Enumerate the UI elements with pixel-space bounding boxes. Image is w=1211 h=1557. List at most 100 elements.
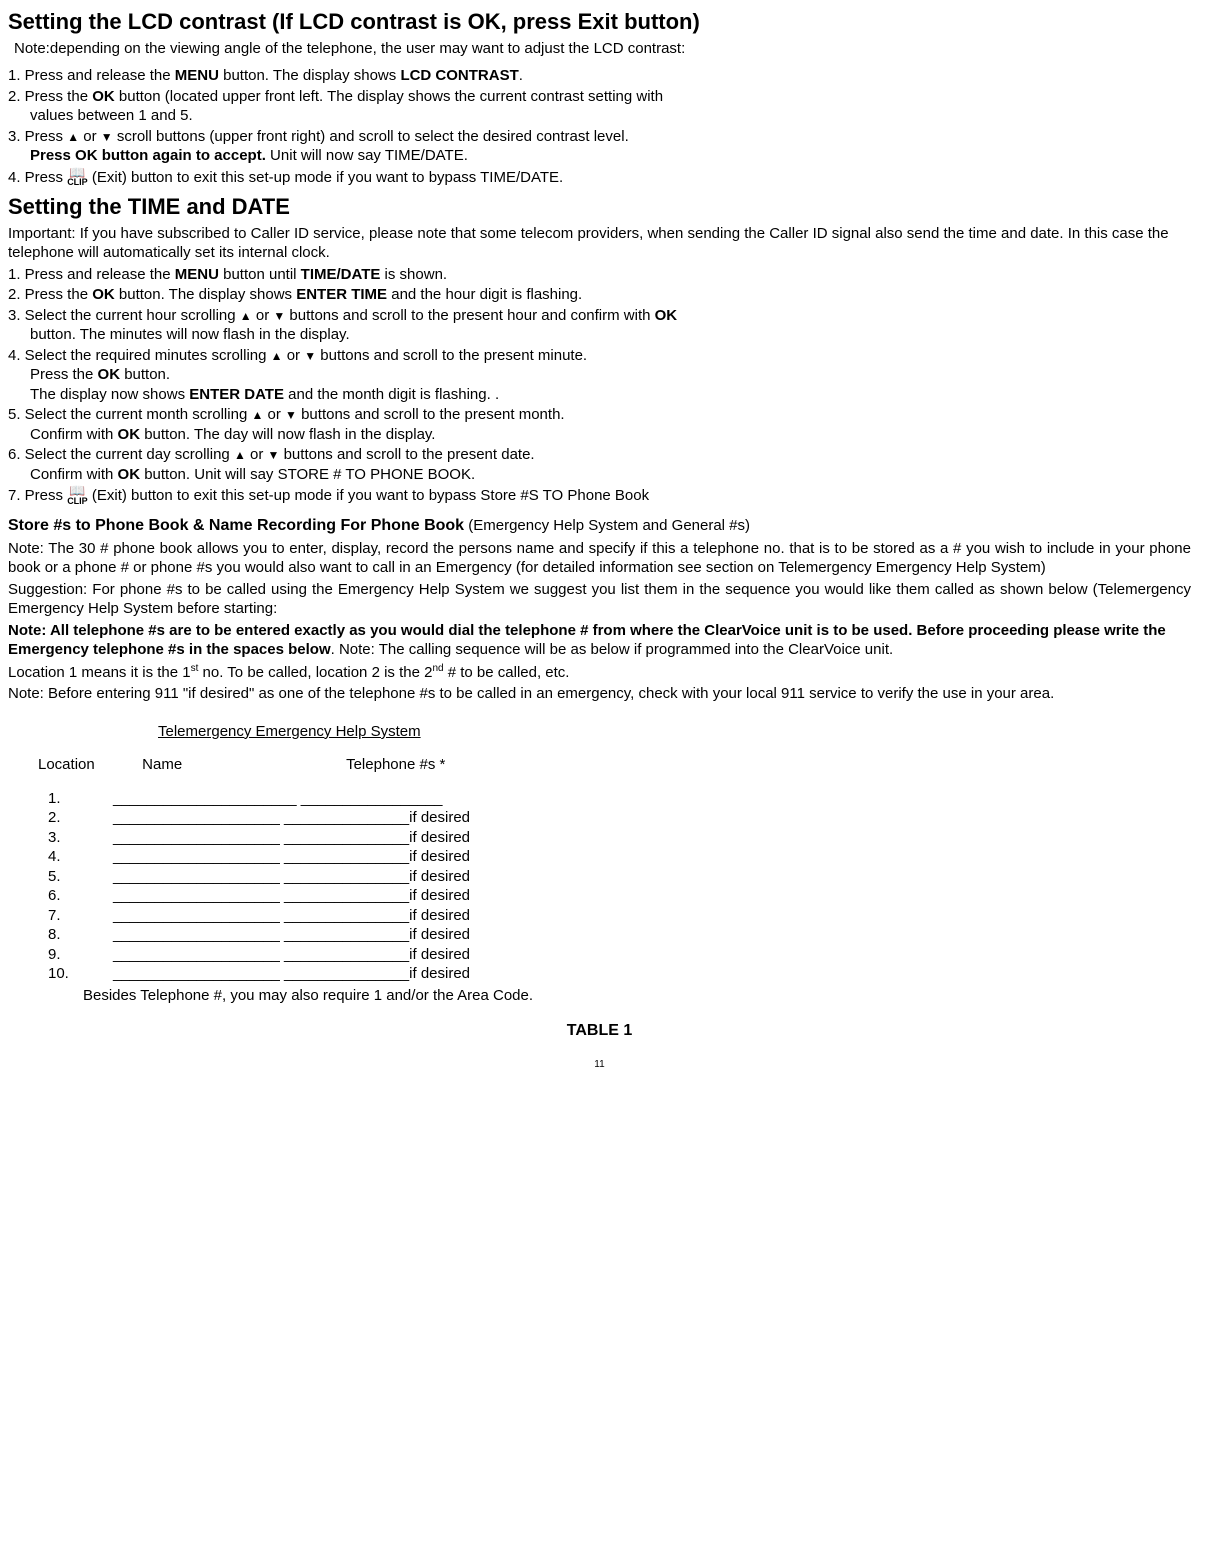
column-header: Location — [38, 755, 138, 775]
triangle-down-icon: ▼ — [268, 448, 280, 462]
text-fragment: The display now shows — [30, 386, 189, 403]
table-header: Location Name Telephone #s * — [38, 755, 1191, 775]
row-content: ____________________ _______________if d… — [113, 809, 470, 826]
text-fragment: button. The minutes will now flash in th… — [30, 325, 1191, 345]
text-fragment: Press the OK button. — [30, 365, 1191, 385]
text-fragment: 4. Select the required minutes scrolling — [8, 347, 271, 364]
triangle-up-icon: ▲ — [67, 130, 79, 144]
text-fragment: (Exit) button to exit this set-up mode i… — [88, 169, 563, 186]
text-bold: Store #s to Phone Book & Name Recording … — [8, 517, 424, 534]
text-fragment: or — [246, 446, 268, 463]
text-fragment: button. Unit will say STORE # TO PHONE B… — [140, 466, 475, 483]
text-fragment: Press the — [30, 366, 98, 383]
text-fragment: button. — [120, 366, 170, 383]
list-item: 4. Select the required minutes scrolling… — [8, 346, 1191, 405]
text-fragment: 5. Select the current month scrolling — [8, 406, 251, 423]
row-content: ______________________ _________________ — [113, 790, 443, 807]
text-fragment: Unit will now say TIME/DATE. — [266, 147, 468, 164]
text-fragment: or — [79, 128, 101, 145]
text-fragment: buttons and scroll to the present date. — [279, 446, 534, 463]
text-bold: OK — [118, 466, 141, 483]
paragraph-text: Note: The 30 # phone book allows you to … — [8, 539, 1191, 578]
row-content: ____________________ _______________if d… — [113, 946, 470, 963]
text-fragment: # to be called, etc. — [444, 664, 570, 681]
text-fragment: Location 1 means it is the 1 — [8, 664, 191, 681]
row-number: 2. — [48, 808, 113, 828]
paragraph-text: Note: Before entering 911 "if desired" a… — [8, 684, 1191, 704]
text-bold: MENU — [175, 266, 219, 283]
text-bold: TIME/DATE — [301, 266, 381, 283]
triangle-up-icon: ▲ — [234, 448, 246, 462]
text-bold: Book — [424, 517, 464, 534]
clip-label: CLIP — [67, 497, 88, 506]
text-fragment: Confirm with — [30, 466, 118, 483]
text-fragment: button. The display shows — [115, 286, 297, 303]
table-row: 4.____________________ _______________if… — [48, 847, 1191, 867]
text-fragment: and the hour digit is flashing. — [387, 286, 582, 303]
text-fragment: 7. Press — [8, 488, 67, 505]
text-fragment: or — [263, 406, 285, 423]
table-row: 6.____________________ _______________if… — [48, 886, 1191, 906]
text-bold: MENU — [175, 67, 219, 84]
text-fragment: The display now shows ENTER DATE and the… — [30, 385, 1191, 405]
section-heading: Setting the LCD contrast (If LCD contras… — [8, 8, 1191, 37]
text-bold: LCD CONTRAST — [400, 67, 518, 84]
row-number: 1. — [48, 789, 113, 809]
row-content: ____________________ _______________if d… — [113, 926, 470, 943]
superscript: nd — [432, 663, 443, 674]
page-number: 11 — [8, 1058, 1191, 1071]
paragraph-text: Note: All telephone #s are to be entered… — [8, 621, 1191, 660]
text-fragment: 3. Select the current hour scrolling — [8, 307, 240, 324]
column-header: Name — [142, 755, 342, 775]
text-fragment: Confirm with — [30, 426, 118, 443]
text-fragment: Confirm with OK button. Unit will say ST… — [30, 465, 1191, 485]
row-number: 7. — [48, 906, 113, 926]
list-item: 7. Press 📖CLIP (Exit) button to exit thi… — [8, 485, 1191, 506]
text-fragment: or — [252, 307, 274, 324]
text-fragment: 2. Press the — [8, 88, 92, 105]
table-row: 8.____________________ _______________if… — [48, 925, 1191, 945]
triangle-up-icon: ▲ — [251, 408, 263, 422]
text-fragment: no. To be called, location 2 is the 2 — [198, 664, 432, 681]
triangle-down-icon: ▼ — [304, 349, 316, 363]
text-bold: OK — [92, 286, 115, 303]
paragraph-text: Important: If you have subscribed to Cal… — [8, 224, 1191, 263]
text-fragment: (Emergency Help System and General #s) — [464, 517, 750, 534]
column-header: Telephone #s * — [346, 756, 445, 773]
text-bold: ENTER TIME — [296, 286, 387, 303]
triangle-up-icon: ▲ — [271, 349, 283, 363]
table-title: Telemergency Emergency Help System — [158, 722, 421, 742]
text-bold: OK — [655, 307, 678, 324]
row-content: ____________________ _______________if d… — [113, 848, 470, 865]
clip-label: CLIP — [67, 178, 88, 187]
text-bold: OK — [118, 426, 141, 443]
text-fragment: 6. Select the current day scrolling — [8, 446, 234, 463]
text-fragment: button. The day will now flash in the di… — [140, 426, 435, 443]
text-fragment: 4. Press — [8, 169, 67, 186]
table-body: 1.______________________ _______________… — [48, 789, 1191, 984]
table-row: 9.____________________ _______________if… — [48, 945, 1191, 965]
text-bold: OK — [92, 88, 115, 105]
list-item: 4. Press 📖CLIP (Exit) button to exit thi… — [8, 167, 1191, 188]
list-item: 1. Press and release the MENU button unt… — [8, 265, 1191, 285]
text-fragment: values between 1 and 5. — [30, 106, 1191, 126]
row-number: 5. — [48, 867, 113, 887]
text-bold: Press OK button again to accept. — [30, 147, 266, 164]
text-bold: ENTER DATE — [189, 386, 284, 403]
table-row: 7.____________________ _______________if… — [48, 906, 1191, 926]
section-heading: Store #s to Phone Book & Name Recording … — [8, 516, 1191, 537]
clip-exit-icon: 📖CLIP — [67, 485, 88, 506]
list-item: 6. Select the current day scrolling ▲ or… — [8, 445, 1191, 484]
text-fragment: or — [283, 347, 305, 364]
text-fragment: 1. Press and release the — [8, 67, 175, 84]
triangle-down-icon: ▼ — [273, 309, 285, 323]
text-fragment: button (located upper front left. The di… — [115, 88, 663, 105]
table-row: 3.____________________ _______________if… — [48, 828, 1191, 848]
triangle-down-icon: ▼ — [101, 130, 113, 144]
row-number: 8. — [48, 925, 113, 945]
table-row: 2.____________________ _______________if… — [48, 808, 1191, 828]
text-fragment: buttons and scroll to the present hour a… — [285, 307, 654, 324]
table-row: 1.______________________ _______________… — [48, 789, 1191, 809]
note-text: Note:depending on the viewing angle of t… — [14, 39, 1191, 59]
text-fragment: 2. Press the — [8, 286, 92, 303]
